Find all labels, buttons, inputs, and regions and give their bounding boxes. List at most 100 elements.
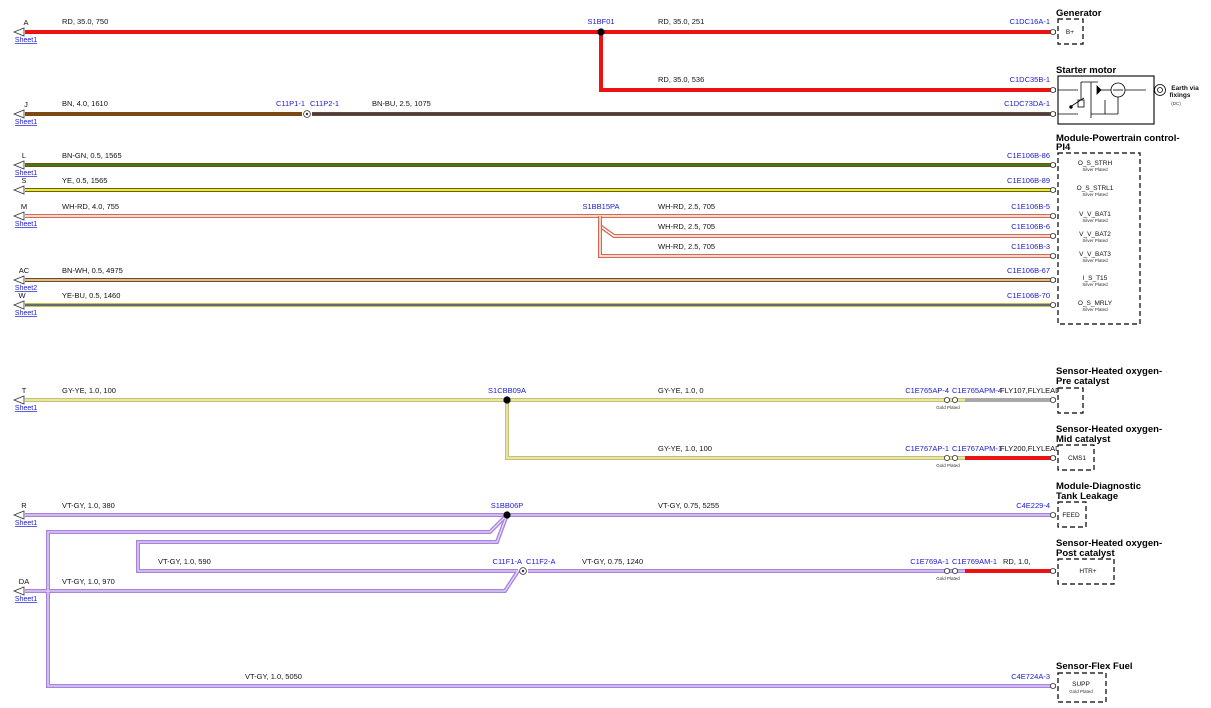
component-pcm[interactable]: Module-Powertrain control- PI4 O_S_STRH … bbox=[1056, 133, 1180, 325]
port-arrow-a[interactable] bbox=[12, 27, 25, 37]
wire-label: VT-GY, 1.0, 380 bbox=[62, 501, 115, 510]
wire-label: BN, 4.0, 1610 bbox=[62, 99, 108, 108]
port-arrow-m[interactable] bbox=[12, 211, 25, 221]
port-arrow-ac[interactable] bbox=[12, 275, 25, 285]
port-id-ac: AC bbox=[19, 266, 30, 275]
component-diagnostic-tank-leakage[interactable]: Module-Diagnostic Tank Leakage FEED bbox=[1056, 481, 1141, 528]
port-id-a: A bbox=[23, 18, 28, 27]
connector-label[interactable]: C1DC16A-1 bbox=[1010, 17, 1050, 26]
connector-label[interactable]: C1E769AM-1 bbox=[952, 557, 997, 566]
wire-labels: RD, 35.0, 750 RD, 35.0, 251 RD, 35.0, 53… bbox=[62, 17, 1031, 681]
connector-label-c11p2[interactable]: C11P2-1 bbox=[310, 99, 339, 108]
port-arrow-w[interactable] bbox=[12, 300, 25, 310]
connector-label[interactable]: C1E765AP-4 bbox=[905, 386, 949, 395]
wire-label: RD, 35.0, 750 bbox=[62, 17, 108, 26]
port-sheet-j[interactable]: Sheet1 bbox=[15, 119, 37, 126]
component-title: Tank Leakage bbox=[1056, 491, 1118, 502]
wire-vt-gy-group[interactable] bbox=[25, 513, 1056, 688]
pin-label: CMS1 bbox=[1068, 455, 1086, 462]
connector-label[interactable]: C1DC35B-1 bbox=[1010, 75, 1050, 84]
wire-label: BN-WH, 0.5, 4975 bbox=[62, 266, 123, 275]
port-sheet-da[interactable]: Sheet1 bbox=[15, 596, 37, 603]
port-id-j: J bbox=[24, 100, 28, 109]
connector-label-c11f2[interactable]: C11F2-A bbox=[526, 557, 555, 566]
connector-label[interactable]: C1E767APM-1 bbox=[952, 444, 1002, 453]
connector-label[interactable]: C1E106B-3 bbox=[1011, 242, 1050, 251]
connector-label[interactable]: C1E767AP-1 bbox=[905, 444, 949, 453]
pin-plating: Silver Plated bbox=[1082, 238, 1108, 243]
connector-label[interactable]: C1E106B-67 bbox=[1007, 266, 1050, 275]
wire-t-group[interactable] bbox=[25, 398, 1056, 460]
port-arrow-r[interactable] bbox=[12, 510, 25, 520]
component-title: Generator bbox=[1056, 8, 1102, 19]
connector-label[interactable]: C1DC73DA-1 bbox=[1004, 99, 1050, 108]
pin-plating: Silver Plated bbox=[1082, 258, 1108, 263]
port-sheet-m[interactable]: Sheet1 bbox=[15, 221, 37, 228]
connector-label[interactable]: C1E106B-6 bbox=[1011, 222, 1050, 231]
port-sheet-t[interactable]: Sheet1 bbox=[15, 405, 37, 412]
port-arrow-j[interactable] bbox=[12, 109, 25, 119]
pin-label: SUPP bbox=[1072, 681, 1090, 688]
wire-label: VT-GY, 1.0, 5050 bbox=[245, 672, 302, 681]
connector-label[interactable]: C1E106B-70 bbox=[1007, 291, 1050, 300]
wire-m-group[interactable] bbox=[25, 214, 1056, 258]
splice-dot-s1bf01 bbox=[597, 28, 605, 36]
port-arrow-s[interactable] bbox=[12, 185, 25, 195]
flylead-label: FLY200,FLYLEAD bbox=[1000, 444, 1061, 453]
sensor-inline-terminals bbox=[944, 396, 959, 575]
wire-label: YE, 0.5, 1565 bbox=[62, 176, 107, 185]
pin-label: HTR+ bbox=[1079, 568, 1096, 575]
port-arrow-l[interactable] bbox=[12, 160, 25, 170]
inline-connector-c11p bbox=[303, 110, 311, 118]
wire-label: BN-BU, 2.5, 1075 bbox=[372, 99, 431, 108]
connector-label[interactable]: C1E106B-5 bbox=[1011, 202, 1050, 211]
port-arrow-da[interactable] bbox=[12, 586, 25, 596]
component-terminals bbox=[1050, 28, 1057, 690]
port-id-m: M bbox=[21, 202, 27, 211]
pin-label: O_S_MRLY bbox=[1078, 300, 1113, 307]
port-id-w: W bbox=[18, 291, 26, 300]
splice-dot-s1bb06p bbox=[503, 511, 511, 519]
component-title: Sensor-Flex Fuel bbox=[1056, 661, 1133, 672]
plating-label: Gold Plated bbox=[936, 405, 960, 410]
port-sheet-w[interactable]: Sheet1 bbox=[15, 310, 37, 317]
component-starter-motor[interactable]: Starter motor Earth via fixings (DC) bbox=[1056, 65, 1199, 125]
earth-label: fixings bbox=[1170, 92, 1191, 99]
component-ho2s-post-catalyst[interactable]: Sensor-Heated oxygen- Post catalyst HTR+ bbox=[1056, 538, 1162, 585]
pin-label: V_V_BAT3 bbox=[1079, 251, 1111, 258]
port-arrow-t[interactable] bbox=[12, 395, 25, 405]
connector-label[interactable]: C1E765APM-4 bbox=[952, 386, 1002, 395]
splice-label-s1bb06p[interactable]: S1BB06P bbox=[491, 501, 524, 510]
wire-label: VT-GY, 1.0, 970 bbox=[62, 577, 115, 586]
wire-label: RD, 1.0, bbox=[1003, 557, 1031, 566]
connector-label-c11p1[interactable]: C11P1-1 bbox=[276, 99, 305, 108]
connector-label-c11f1[interactable]: C11F1-A bbox=[493, 557, 522, 566]
wire-label: WH-RD, 4.0, 755 bbox=[62, 202, 119, 211]
connector-label[interactable]: C4E724A-3 bbox=[1011, 672, 1050, 681]
splice-label-s1bf01[interactable]: S1BF01 bbox=[587, 17, 614, 26]
earth-label: (DC) bbox=[1171, 101, 1181, 106]
pin-label: I_S_T15 bbox=[1083, 275, 1108, 282]
component-ho2s-pre-catalyst[interactable]: Sensor-Heated oxygen- Pre catalyst bbox=[1056, 366, 1162, 414]
connector-label[interactable]: C1E106B-86 bbox=[1007, 151, 1050, 160]
splice-label-s1bb15pa[interactable]: S1BB15PA bbox=[583, 202, 620, 211]
wire-label: VT-GY, 0.75, 5255 bbox=[658, 501, 719, 510]
splice-label-s1cbb09a[interactable]: S1CBB09A bbox=[488, 386, 526, 395]
connector-label[interactable]: C4E229-4 bbox=[1016, 501, 1050, 510]
connector-labels: S1BF01 S1BB15PA S1CBB09A S1BB06P C11P1-1… bbox=[276, 17, 1061, 681]
component-ho2s-mid-catalyst[interactable]: Sensor-Heated oxygen- Mid catalyst CMS1 bbox=[1056, 424, 1162, 471]
port-id-r: R bbox=[21, 501, 27, 510]
component-flex-fuel-sensor[interactable]: Sensor-Flex Fuel SUPP Gold Plated bbox=[1056, 661, 1133, 703]
pin-plating: Silver Plated bbox=[1082, 167, 1108, 172]
pin-plating: Silver Plated bbox=[1082, 218, 1108, 223]
wire-label: RD, 35.0, 251 bbox=[658, 17, 704, 26]
port-id-t: T bbox=[22, 386, 27, 395]
connector-label[interactable]: C1E106B-89 bbox=[1007, 176, 1050, 185]
component-title: Pre catalyst bbox=[1056, 376, 1110, 387]
wire-label: BN-GN, 0.5, 1565 bbox=[62, 151, 122, 160]
component-generator[interactable]: Generator B+ bbox=[1056, 8, 1102, 45]
connector-label[interactable]: C1E769A-1 bbox=[910, 557, 949, 566]
port-sheet-a[interactable]: Sheet1 bbox=[15, 37, 37, 44]
wire-label: YE-BU, 0.5, 1460 bbox=[62, 291, 120, 300]
port-sheet-r[interactable]: Sheet1 bbox=[15, 520, 37, 527]
